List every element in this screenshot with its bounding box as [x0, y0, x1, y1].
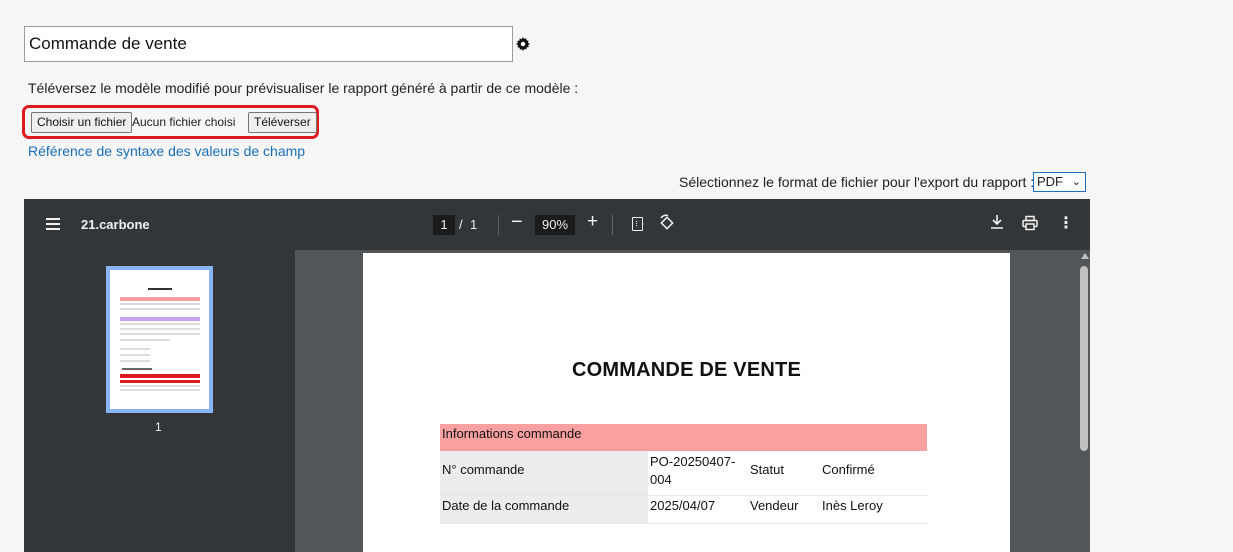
- row-label-2: Statut: [748, 451, 820, 495]
- report-title-input[interactable]: Commande de vente: [24, 26, 513, 62]
- pdf-page: COMMANDE DE VENTE Informations commande …: [363, 253, 1010, 552]
- pdf-toolbar: 21.carbone 1 / 1 − 90% + ⋮: [24, 199, 1090, 250]
- thumbnail-page-number: 1: [155, 420, 162, 434]
- table-row: N° commande PO-20250407-004 Statut Confi…: [440, 451, 927, 496]
- menu-icon[interactable]: [46, 218, 60, 230]
- syntax-reference-link[interactable]: Référence de syntaxe des valeurs de cham…: [28, 143, 305, 159]
- row-label: N° commande: [440, 451, 648, 495]
- pdf-viewer: 21.carbone 1 / 1 − 90% + ⋮ 1 COMMANDE DE…: [24, 199, 1090, 552]
- row-label: Date de la commande: [440, 496, 648, 523]
- document-title: COMMANDE DE VENTE: [572, 359, 801, 381]
- toolbar-divider: [612, 215, 613, 235]
- table-row: Date de la commande 2025/04/07 Vendeur I…: [440, 496, 927, 524]
- page-thumbnail[interactable]: [106, 266, 213, 413]
- format-label: Sélectionnez le format de fichier pour l…: [679, 174, 1035, 190]
- no-file-text: Aucun fichier choisi: [132, 115, 236, 129]
- vertical-scrollbar[interactable]: [1078, 250, 1090, 552]
- download-icon[interactable]: [990, 214, 1004, 230]
- more-icon[interactable]: ⋮: [1058, 213, 1074, 233]
- total-pages: 1: [470, 217, 478, 232]
- page-separator: /: [459, 217, 463, 232]
- zoom-level-input[interactable]: 90%: [535, 215, 575, 235]
- format-select-value: PDF: [1037, 174, 1063, 189]
- row-value-2: Inès Leroy: [820, 496, 927, 523]
- document-name: 21.carbone: [81, 217, 150, 232]
- row-label-2: Vendeur: [748, 496, 820, 523]
- upload-button[interactable]: Téléverser: [248, 112, 317, 133]
- zoom-in-button[interactable]: +: [587, 211, 598, 233]
- upload-instruction: Téléversez le modèle modifié pour prévis…: [28, 80, 579, 96]
- choose-file-button[interactable]: Choisir un fichier: [31, 112, 133, 133]
- toolbar-divider: [498, 215, 499, 235]
- gear-icon[interactable]: [516, 37, 530, 51]
- print-icon[interactable]: [1022, 215, 1038, 231]
- current-page-input[interactable]: 1: [433, 215, 455, 235]
- scroll-thumb[interactable]: [1080, 266, 1088, 451]
- thumbnail-sidebar: 1: [24, 250, 295, 552]
- section-header: Informations commande: [440, 424, 927, 451]
- row-value: 2025/04/07: [648, 496, 748, 523]
- format-select[interactable]: PDF ⌄: [1033, 172, 1086, 192]
- scroll-up-arrow-icon[interactable]: [1081, 253, 1089, 259]
- rotate-icon[interactable]: [658, 214, 676, 232]
- fit-page-icon[interactable]: [632, 217, 643, 231]
- chevron-down-icon: ⌄: [1071, 176, 1081, 188]
- row-value-2: Confirmé: [820, 451, 927, 495]
- row-value: PO-20250407-004: [648, 451, 748, 495]
- zoom-out-button[interactable]: −: [511, 211, 523, 234]
